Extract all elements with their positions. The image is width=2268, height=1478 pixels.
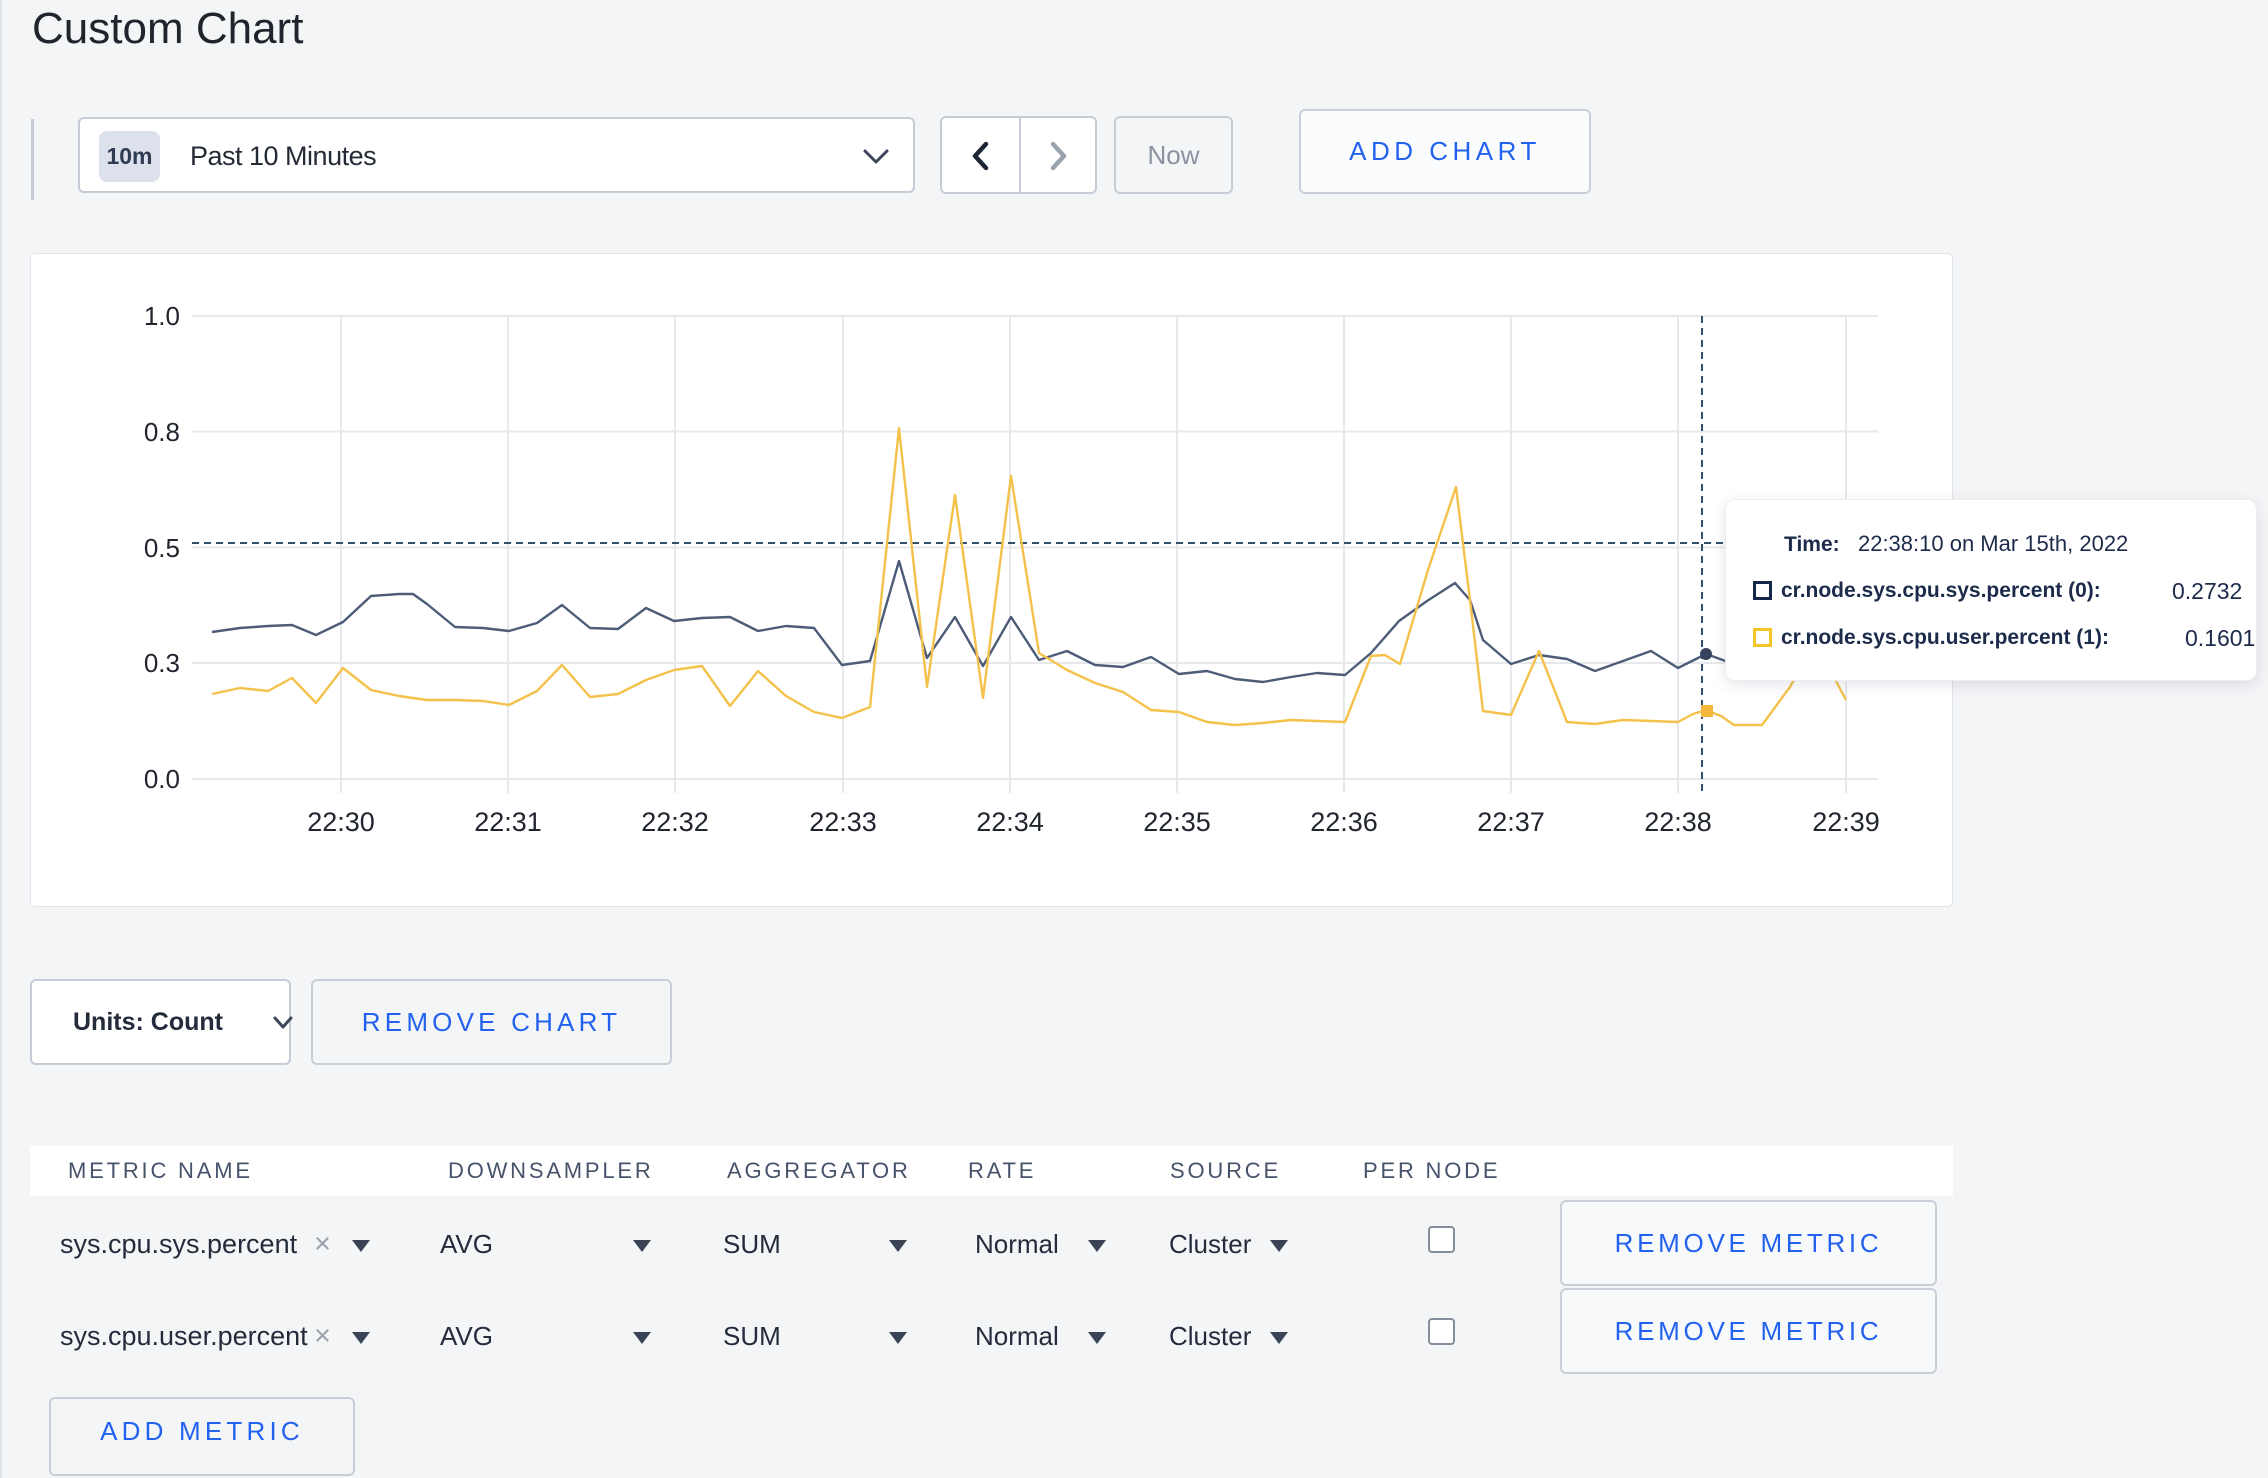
svg-text:22:34: 22:34 (976, 807, 1044, 837)
svg-text:22:31: 22:31 (474, 807, 542, 837)
svg-text:0.8: 0.8 (144, 417, 180, 447)
svg-text:22:36: 22:36 (1310, 807, 1378, 837)
svg-text:0.3: 0.3 (144, 648, 180, 678)
svg-text:0.5: 0.5 (144, 533, 180, 563)
svg-text:22:30: 22:30 (307, 807, 375, 837)
svg-text:22:39: 22:39 (1812, 807, 1880, 837)
svg-text:22:37: 22:37 (1477, 807, 1545, 837)
svg-text:22:33: 22:33 (809, 807, 877, 837)
svg-text:22:32: 22:32 (641, 807, 709, 837)
svg-text:22:35: 22:35 (1143, 807, 1211, 837)
svg-text:1.0: 1.0 (144, 301, 180, 331)
svg-text:22:38: 22:38 (1644, 807, 1712, 837)
svg-text:0.0: 0.0 (144, 764, 180, 794)
